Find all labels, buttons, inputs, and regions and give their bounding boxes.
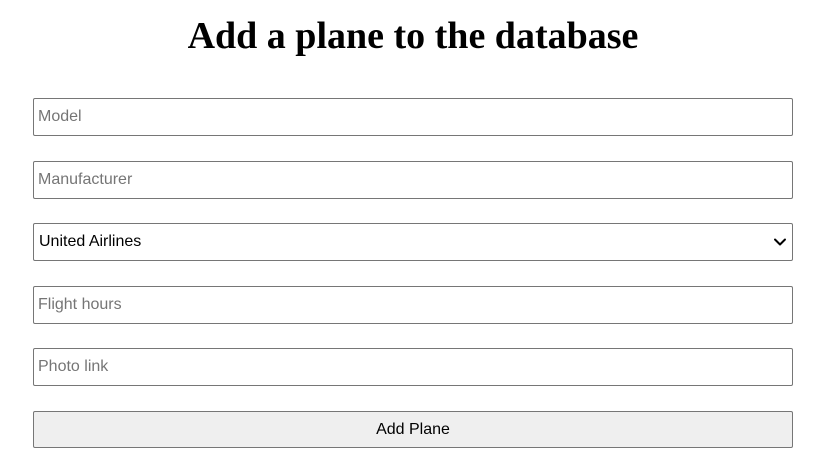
add-plane-page: Add a plane to the database United Airli… [0, 0, 826, 471]
flight-hours-input[interactable] [33, 286, 793, 324]
model-input[interactable] [33, 98, 793, 136]
chevron-down-icon [774, 238, 786, 246]
page-title: Add a plane to the database [187, 15, 639, 57]
airline-select[interactable]: United Airlines [33, 223, 793, 261]
manufacturer-input[interactable] [33, 161, 793, 199]
add-plane-button[interactable]: Add Plane [33, 411, 793, 448]
airline-select-value: United Airlines [39, 233, 142, 250]
photo-link-input[interactable] [33, 348, 793, 386]
